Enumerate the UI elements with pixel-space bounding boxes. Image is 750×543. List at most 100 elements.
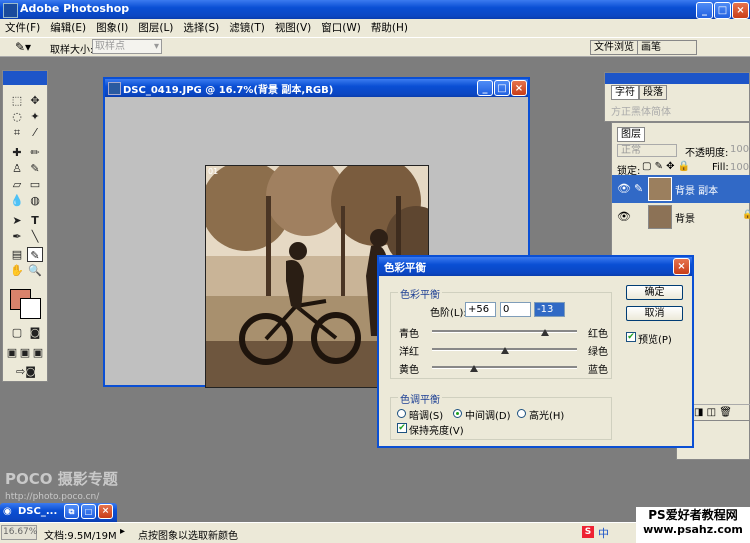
preview-label[interactable]: 预览(P) [638,331,672,346]
opacity-value[interactable]: 100% [730,144,750,155]
doc-maximize-button[interactable]: □ [494,80,510,96]
yellow-blue-slider-track[interactable] [432,366,577,369]
path-select-icon[interactable]: ➤ [9,213,25,228]
menu-select[interactable]: 选择(S) [178,19,224,37]
level-magenta-green-input[interactable]: 0 [500,302,531,317]
slider-right-label: 红色 [588,329,608,340]
doc-close-button[interactable]: × [511,80,527,96]
menu-image[interactable]: 图象(I) [91,19,133,37]
sample-size-select[interactable]: 取样点 ▾ [92,39,162,54]
blend-mode-select[interactable]: 正常 [617,144,677,157]
notes-tool-icon[interactable]: ▤ [9,247,25,262]
stamp-tool-icon[interactable]: ♙ [9,161,25,176]
restore-button[interactable]: ⧉ [64,504,79,519]
document-title-bar: DSC_0419.JPG @ 16.7%(背景 副本,RGB) _ □ × [105,79,528,97]
shadows-label[interactable]: 暗调(S) [409,407,443,422]
menu-help[interactable]: 帮助(H) [366,19,413,37]
move-tool-icon[interactable]: ✥ [27,93,43,108]
lasso-tool-icon[interactable]: ◌ [9,109,25,124]
level-cyan-red-input[interactable]: +56 [465,302,496,317]
minimize-button[interactable]: _ [696,2,713,19]
photo-corner-label: 01 [208,167,219,176]
midtones-radio[interactable] [453,409,462,418]
lock-icons[interactable]: ▢ ✎ ✥ 🔒 [642,161,690,172]
history-brush-icon[interactable]: ✎ [27,161,43,176]
doc-size-label[interactable]: 文档:9.5M/19M [44,527,117,542]
line-tool-icon[interactable]: ╲ [27,229,43,244]
standard-mode-icon[interactable]: ▢ [9,325,25,340]
eye-icon[interactable]: 👁 [617,182,631,195]
slider-left-label: 黄色 [399,365,419,376]
jump-to-imageready-icon[interactable]: ⇨◙ [11,364,41,379]
brush-tool-icon[interactable]: ✏ [27,145,43,160]
dialog-close-button[interactable]: × [673,258,690,275]
highlights-label[interactable]: 高光(H) [529,407,564,422]
eyedropper-tool-icon[interactable]: ✎ [27,247,43,262]
menu-file[interactable]: 文件(F) [0,19,45,37]
marquee-tool-icon[interactable]: ⬚ [9,93,25,108]
preserve-luminosity-checkbox[interactable]: ✔ [397,423,407,433]
zoom-field[interactable]: 16.67% [1,525,37,540]
maximize-doc-button[interactable]: □ [81,504,96,519]
status-arrow-icon[interactable]: ▸ [120,526,125,537]
crop-tool-icon[interactable]: ⌗ [9,125,25,140]
eye-icon[interactable]: 👁 [617,210,631,223]
background-color-swatch[interactable] [20,298,41,319]
close-button[interactable]: × [732,2,749,19]
preserve-luminosity-label[interactable]: 保持亮度(V) [409,422,464,437]
doc-minimize-button[interactable]: _ [477,80,493,96]
level-yellow-blue-input[interactable]: -13 [534,302,565,317]
poco-brand: POCO 摄影专题 [5,470,118,488]
tab-paragraph[interactable]: 段落 [639,85,667,100]
yellow-blue-slider-thumb[interactable] [470,365,478,372]
tab-layers[interactable]: 图层 [617,127,645,142]
cancel-button[interactable]: 取消 [626,306,683,321]
menu-window[interactable]: 窗口(W) [316,19,366,37]
maximize-button[interactable]: □ [714,2,731,19]
screen-mode-3-icon[interactable]: ▣ [32,345,44,360]
tab-brushes[interactable]: 画笔 [637,40,697,55]
minimized-document[interactable]: ◉ DSC_... ⧉ □ × [0,503,117,522]
menu-filter[interactable]: 滤镜(T) [224,19,270,37]
hand-tool-icon[interactable]: ✋ [9,263,25,278]
healing-brush-icon[interactable]: ✚ [9,145,25,160]
psahz-url: www.psahz.com [643,523,743,536]
screen-mode-1-icon[interactable]: ▣ [6,345,18,360]
menu-view[interactable]: 视图(V) [270,19,316,37]
pen-tool-icon[interactable]: ✒ [9,229,25,244]
menu-layer[interactable]: 图层(L) [133,19,178,37]
ok-button[interactable]: 确定 [626,285,683,300]
layer-row[interactable]: 👁 背景 🔒 [612,203,750,231]
ime-s-icon[interactable]: S [582,526,594,538]
slider-left-label: 青色 [399,329,419,340]
magic-wand-icon[interactable]: ✦ [27,109,43,124]
magenta-green-slider-thumb[interactable] [501,347,509,354]
dodge-tool-icon[interactable]: ◍ [27,193,43,208]
slice-tool-icon[interactable]: ⁄ [27,125,43,140]
ime-lang[interactable]: 中 [598,525,609,541]
tab-character[interactable]: 字符 [611,85,639,100]
layer-action-icons[interactable]: ◨ ◫ 🗑 [694,407,732,418]
screen-mode-2-icon[interactable]: ▣ [19,345,31,360]
tab-file-browser[interactable]: 文件浏览 [590,40,638,55]
quickmask-mode-icon[interactable]: ◙ [27,325,43,340]
shadows-radio[interactable] [397,409,406,418]
cyan-red-slider-thumb[interactable] [541,329,549,336]
menu-edit[interactable]: 编辑(E) [45,19,91,37]
fill-value[interactable]: 100% [730,162,750,173]
layer-thumbnail [648,177,672,201]
photoshop-icon [3,3,18,18]
highlights-radio[interactable] [517,409,526,418]
close-doc-button[interactable]: × [98,504,113,519]
layer-row[interactable]: 👁 ✎ 背景 副本 [612,175,750,203]
font-family-select[interactable]: 方正黑体简体 [611,103,671,118]
preview-checkbox[interactable]: ✔ [626,332,636,342]
midtones-label[interactable]: 中间调(D) [465,407,511,422]
cyan-red-slider-track[interactable] [432,330,577,333]
eraser-tool-icon[interactable]: ▱ [9,177,25,192]
zoom-tool-icon[interactable]: 🔍 [27,263,43,278]
type-tool-icon[interactable]: T [27,213,43,228]
eyedropper-icon[interactable]: ✎▾ [15,40,31,54]
gradient-tool-icon[interactable]: ▭ [27,177,43,192]
blur-tool-icon[interactable]: 💧 [9,193,25,208]
